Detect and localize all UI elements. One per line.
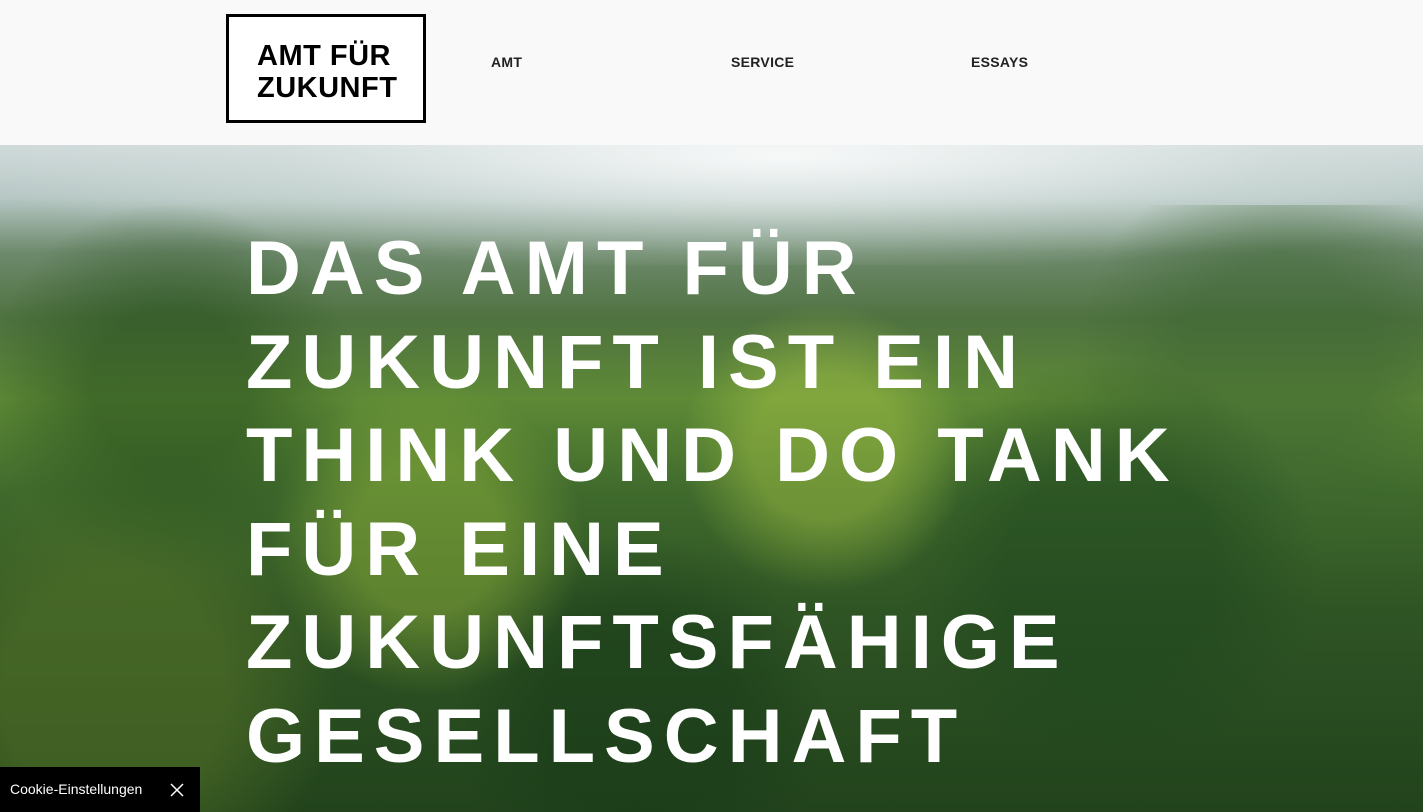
nav-item-amt[interactable]: AMT bbox=[491, 54, 522, 70]
site-logo[interactable]: AMT FÜR ZUKUNFT bbox=[226, 14, 426, 123]
site-header: AMT FÜR ZUKUNFT AMT SERVICE ESSAYS bbox=[0, 0, 1423, 145]
cookie-settings-bar: Cookie-Einstellungen bbox=[0, 767, 200, 812]
close-icon[interactable] bbox=[169, 782, 185, 798]
nav-item-essays[interactable]: ESSAYS bbox=[971, 54, 1028, 70]
nav-item-service[interactable]: SERVICE bbox=[731, 54, 794, 70]
hero-headline-line: THINK UND DO TANK bbox=[246, 413, 1179, 498]
hero-headline-line: DAS AMT FÜR bbox=[246, 226, 866, 311]
hero-headline-line: ZUKUNFTSFÄHIGE bbox=[246, 600, 1069, 685]
cookie-settings-button[interactable]: Cookie-Einstellungen bbox=[10, 781, 142, 797]
hero-headline-line: ZUKUNFT IST EIN bbox=[246, 319, 1027, 405]
logo-line-1: AMT FÜR bbox=[257, 40, 391, 72]
hero-headline: DAS AMT FÜR ZUKUNFT IST EIN THINK UND DO… bbox=[246, 222, 1246, 783]
hero-headline-line: GESELLSCHAFT bbox=[246, 693, 967, 779]
hero-headline-line: FÜR EINE bbox=[246, 506, 673, 592]
hero-section: DAS AMT FÜR ZUKUNFT IST EIN THINK UND DO… bbox=[0, 145, 1423, 812]
logo-line-2: ZUKUNFT bbox=[257, 72, 398, 104]
